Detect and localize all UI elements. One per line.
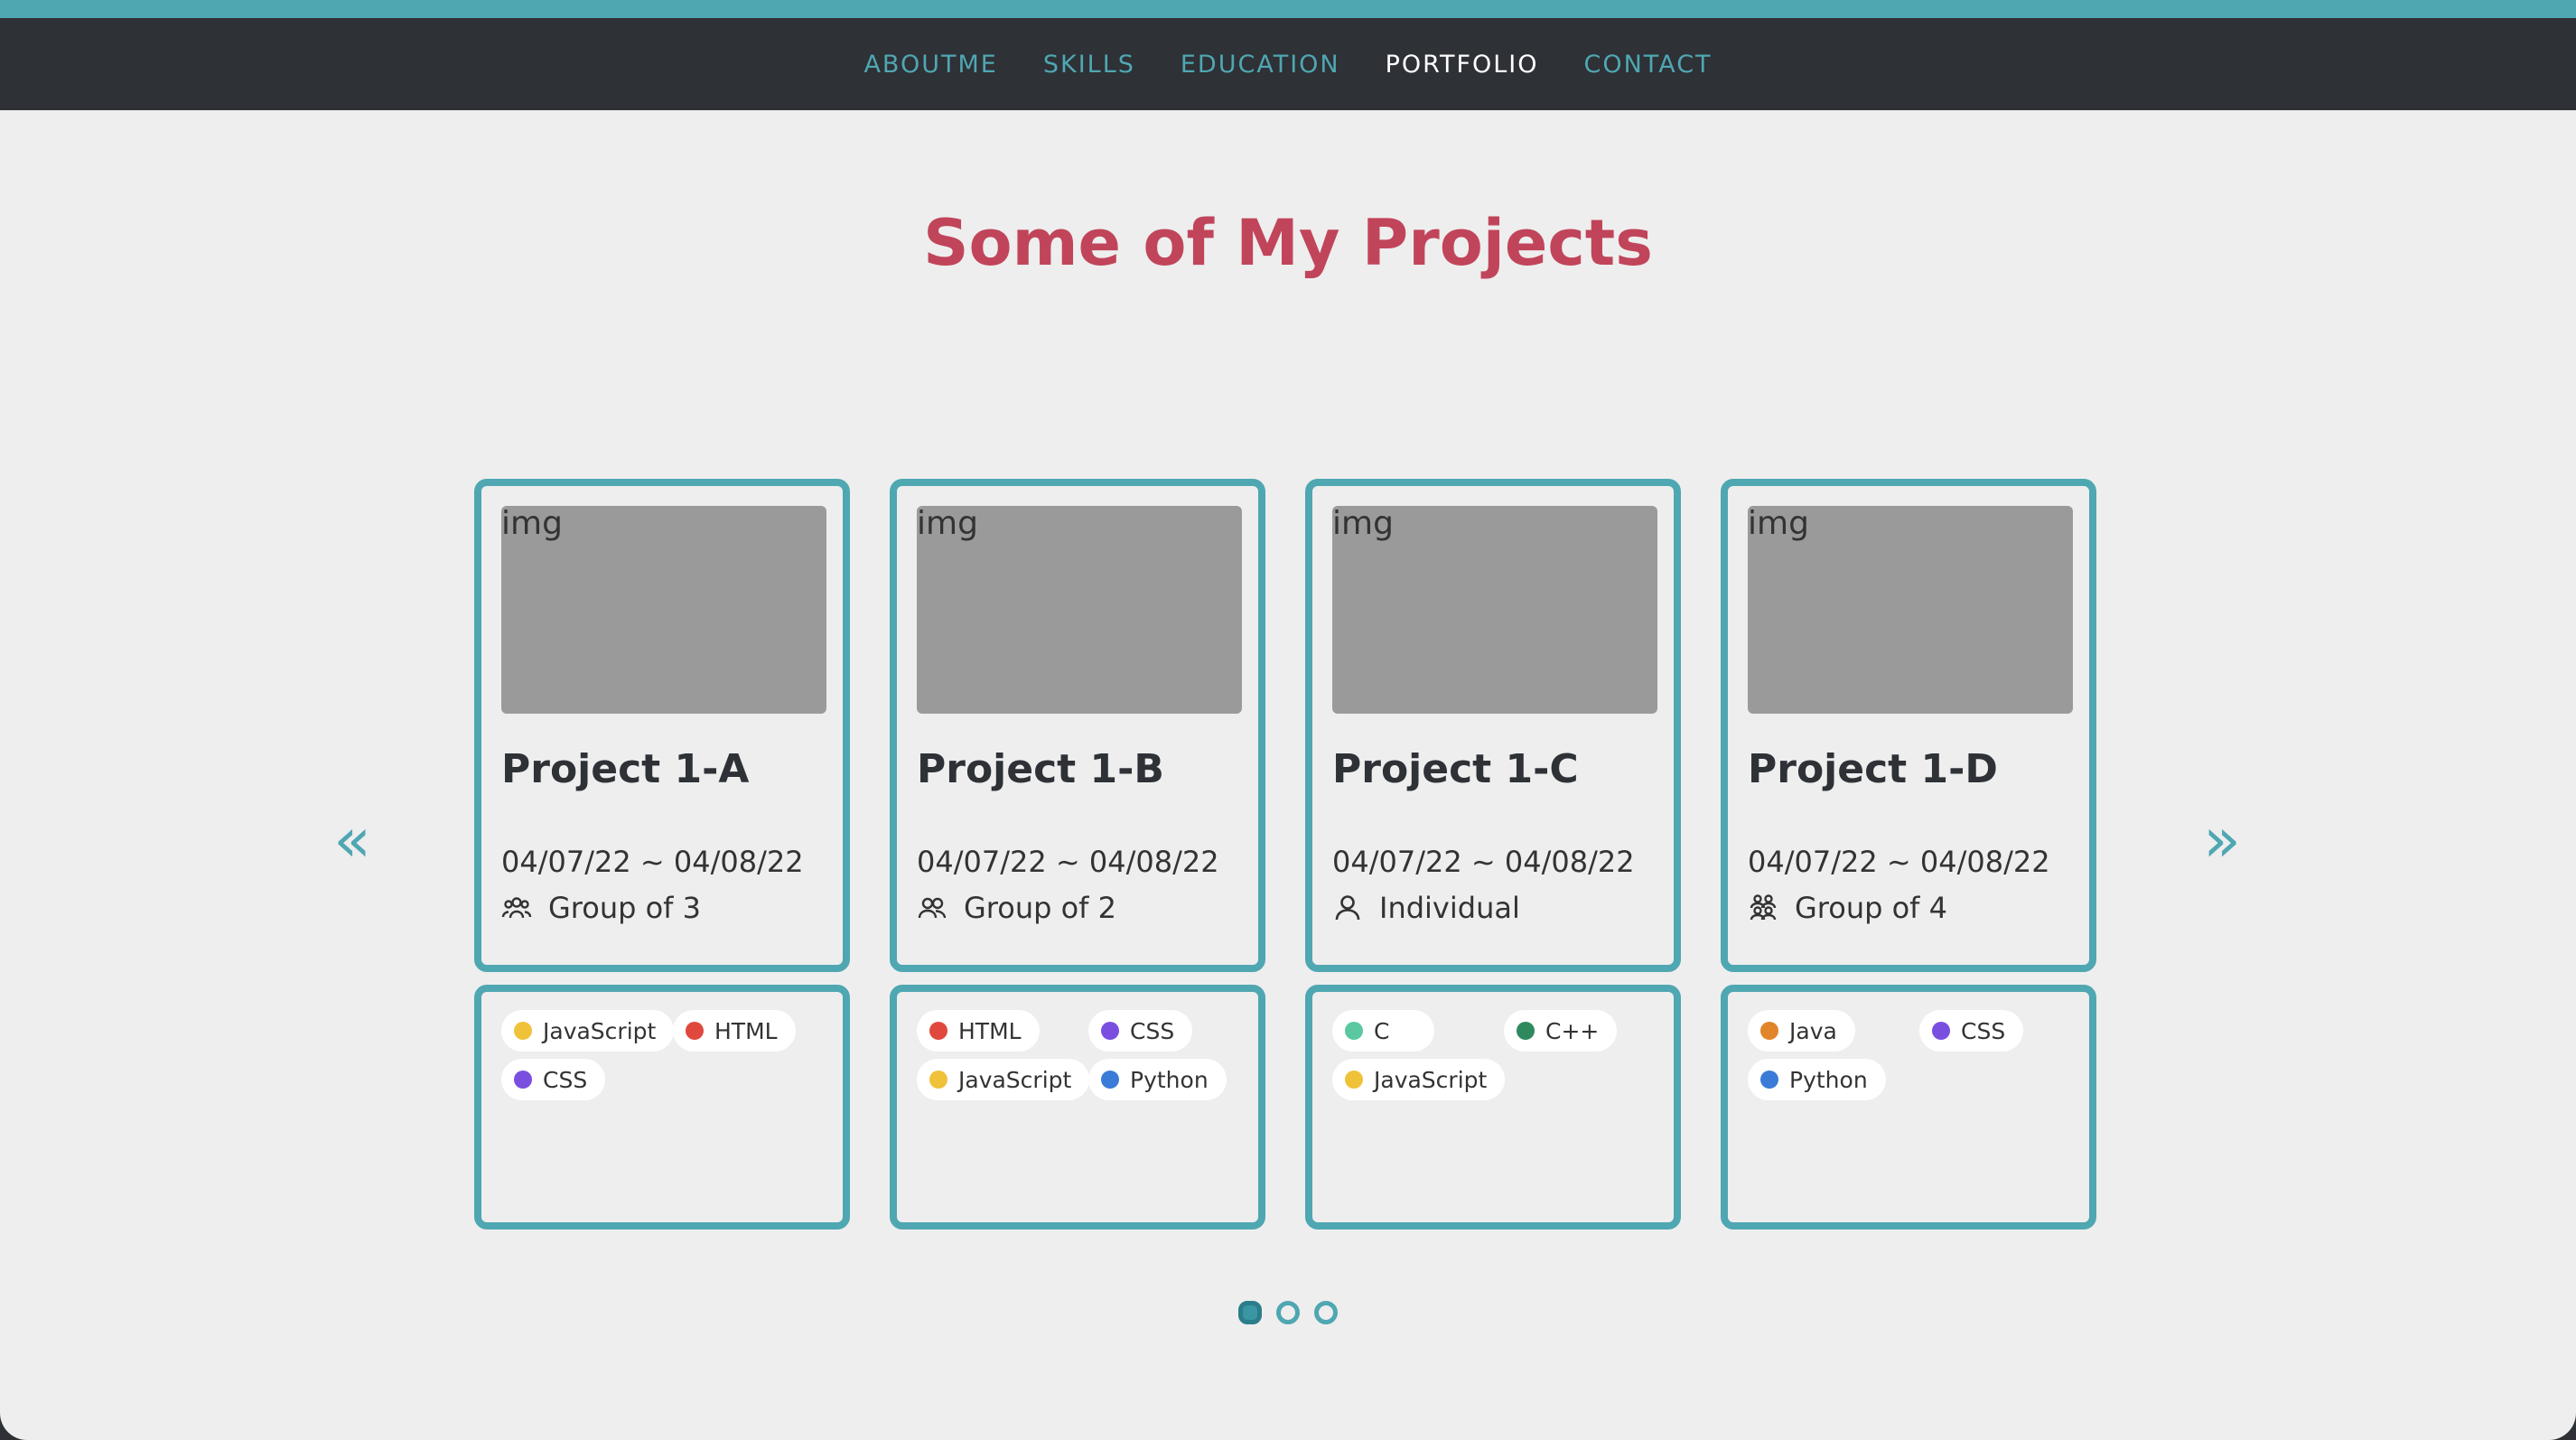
tag-cpp: C++	[1504, 1010, 1618, 1052]
tag-javascript: JavaScript	[917, 1059, 1090, 1100]
project-title: Project 1-D	[1748, 746, 1998, 792]
project-card[interactable]: img Project 1-D 04/07/22 ~ 04/08/22 Grou…	[1721, 479, 2096, 972]
tag-label: JavaScript	[1374, 1066, 1488, 1093]
project-image-placeholder: img	[1332, 506, 1657, 714]
tag-list: C C++ JavaScript	[1332, 1010, 1666, 1100]
tag-javascript: JavaScript	[1332, 1059, 1506, 1100]
tag-label: HTML	[958, 1017, 1022, 1044]
tag-label: JavaScript	[543, 1017, 657, 1044]
project-image-placeholder: img	[917, 506, 1242, 714]
pair-icon	[918, 897, 947, 919]
tag-label: C++	[1545, 1017, 1600, 1044]
project-title: Project 1-A	[501, 746, 750, 792]
project-team: Group of 3	[501, 891, 701, 925]
project-team: Group of 2	[917, 891, 1116, 925]
team-label: Group of 3	[548, 891, 701, 925]
tag-c: C	[1332, 1010, 1435, 1052]
tag-color-dot	[1760, 1022, 1778, 1040]
nav-aboutme[interactable]: ABOUTME	[863, 51, 997, 79]
project-title: Project 1-B	[917, 746, 1164, 792]
project-title: Project 1-C	[1332, 746, 1579, 792]
tag-javascript: JavaScript	[501, 1010, 675, 1052]
project-image-placeholder: img	[501, 506, 826, 714]
tag-color-dot	[1101, 1022, 1119, 1040]
team-label: Group of 2	[964, 891, 1116, 925]
project-tags-box: Java CSS Python	[1721, 985, 2096, 1230]
project-card[interactable]: img Project 1-C 04/07/22 ~ 04/08/22 Indi…	[1305, 479, 1681, 972]
person-icon	[1335, 895, 1360, 921]
group-of-four-icon	[1750, 894, 1777, 921]
tag-color-dot	[929, 1022, 947, 1040]
team-label: Group of 4	[1795, 891, 1947, 925]
project-tags-box: C C++ JavaScript	[1305, 985, 1681, 1230]
tag-list: JavaScript HTML CSS	[501, 1010, 835, 1100]
tag-label: Python	[1789, 1066, 1868, 1093]
nav-contact[interactable]: CONTACT	[1584, 51, 1713, 79]
tag-color-dot	[514, 1071, 532, 1089]
project-tags-box: JavaScript HTML CSS	[474, 985, 850, 1230]
tag-color-dot	[1517, 1022, 1535, 1040]
tag-color-dot	[929, 1071, 947, 1089]
tag-html: HTML	[673, 1010, 796, 1052]
tag-color-dot	[1760, 1071, 1778, 1089]
project-team: Individual	[1332, 891, 1520, 925]
double-chevron-right-icon: »	[2203, 805, 2241, 876]
carousel-next-button[interactable]: »	[2190, 809, 2254, 873]
top-accent-bar	[0, 0, 2576, 18]
tag-color-dot	[1345, 1071, 1363, 1089]
tag-label: CSS	[1130, 1017, 1175, 1044]
carousel-pagination	[0, 1301, 2576, 1324]
tag-python: Python	[1088, 1059, 1227, 1100]
project-tags-box: HTML CSS JavaScript Python	[890, 985, 1265, 1230]
tag-list: Java CSS Python	[1748, 1010, 2082, 1100]
double-chevron-left-icon: «	[333, 805, 371, 876]
project-dates: 04/07/22 ~ 04/08/22	[1748, 845, 2050, 879]
tag-python: Python	[1748, 1059, 1886, 1100]
tag-html: HTML	[917, 1010, 1040, 1052]
carousel-dot-2[interactable]	[1276, 1301, 1300, 1324]
tag-list: HTML CSS JavaScript Python	[917, 1010, 1251, 1100]
project-team: Group of 4	[1748, 891, 1947, 925]
project-image-placeholder: img	[1748, 506, 2073, 714]
tag-css: CSS	[501, 1059, 606, 1100]
project-card[interactable]: img Project 1-A 04/07/22 ~ 04/08/22 Grou…	[474, 479, 850, 972]
tag-color-dot	[514, 1022, 532, 1040]
image-alt-text: img	[917, 505, 978, 542]
carousel-prev-button[interactable]: «	[321, 809, 384, 873]
tag-label: HTML	[714, 1017, 778, 1044]
tag-label: CSS	[543, 1066, 588, 1093]
nav-portfolio[interactable]: PORTFOLIO	[1386, 51, 1539, 79]
tag-css: CSS	[1919, 1010, 2024, 1052]
nav-skills[interactable]: SKILLS	[1043, 51, 1135, 79]
project-dates: 04/07/22 ~ 04/08/22	[1332, 845, 1635, 879]
tag-css: CSS	[1088, 1010, 1193, 1052]
group-icon	[501, 897, 532, 919]
carousel-dot-1[interactable]	[1238, 1301, 1262, 1324]
tag-label: Python	[1130, 1066, 1209, 1093]
carousel-dot-3[interactable]	[1314, 1301, 1338, 1324]
tag-color-dot	[1345, 1022, 1363, 1040]
project-card[interactable]: img Project 1-B 04/07/22 ~ 04/08/22 Grou…	[890, 479, 1265, 972]
tag-java: Java	[1748, 1010, 1855, 1052]
nav-education[interactable]: EDUCATION	[1181, 51, 1340, 79]
tag-label: CSS	[1961, 1017, 2006, 1044]
image-alt-text: img	[1748, 505, 1809, 542]
main-nav: ABOUTME SKILLS EDUCATION PORTFOLIO CONTA…	[0, 18, 2576, 110]
tag-color-dot	[686, 1022, 704, 1040]
project-dates: 04/07/22 ~ 04/08/22	[917, 845, 1219, 879]
team-label: Individual	[1379, 891, 1520, 925]
tag-color-dot	[1932, 1022, 1950, 1040]
tag-label: C	[1374, 1017, 1390, 1044]
tag-color-dot	[1101, 1071, 1119, 1089]
page: ABOUTME SKILLS EDUCATION PORTFOLIO CONTA…	[0, 0, 2576, 1440]
page-title: Some of My Projects	[923, 206, 1653, 280]
tag-label: JavaScript	[958, 1066, 1072, 1093]
tag-label: Java	[1789, 1017, 1837, 1044]
project-dates: 04/07/22 ~ 04/08/22	[501, 845, 804, 879]
image-alt-text: img	[501, 505, 563, 542]
image-alt-text: img	[1332, 505, 1394, 542]
